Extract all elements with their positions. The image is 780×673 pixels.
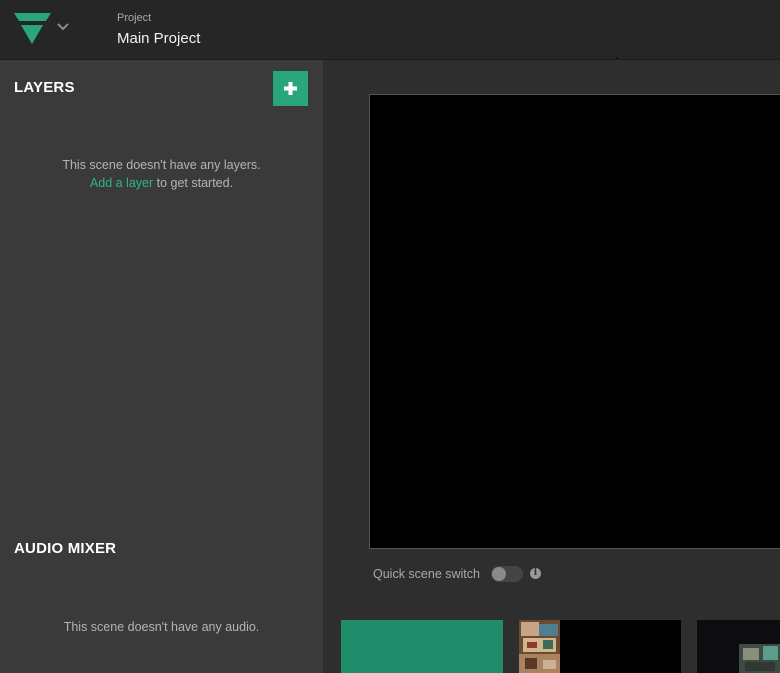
audio-empty-message: This scene doesn't have any audio. [63,620,260,634]
add-layer-button[interactable] [273,71,308,106]
add-layer-link[interactable]: Add a layer [90,176,153,190]
layers-empty-hint-text: to get started. [153,176,234,190]
scene-thumbnail[interactable] [697,620,780,673]
toggle-knob [492,567,506,581]
layers-empty-message: This scene doesn't have any layers. Add … [0,156,323,192]
scene-preview[interactable] [369,94,780,549]
scene-thumbnail-image [697,620,780,673]
project-label: Project [117,12,152,24]
left-panel: LAYERS This scene doesn't have any layer… [0,60,324,673]
app-menu-button[interactable] [0,0,86,59]
audio-mixer-title: AUDIO MIXER [14,540,117,557]
scene-thumbnail[interactable] [519,620,681,673]
layers-empty-text: This scene doesn't have any layers. [62,158,261,172]
layers-empty-hint: Add a layer to get started. [0,174,323,192]
layers-title: LAYERS [14,79,75,96]
quick-scene-switch-toggle[interactable] [491,566,523,582]
quick-scene-switch-label: Quick scene switch [373,567,480,581]
scene-thumbnail-selected[interactable] [341,620,503,673]
plus-icon [284,82,297,95]
main-area: Quick scene switch i [324,60,780,673]
project-name[interactable]: Main Project [117,30,200,47]
chevron-down-icon [57,23,69,31]
brand-logo-icon [14,13,51,44]
scene-thumbnail-image [519,620,560,673]
info-icon[interactable]: i [530,568,541,579]
top-bar: Project Main Project [0,0,780,76]
